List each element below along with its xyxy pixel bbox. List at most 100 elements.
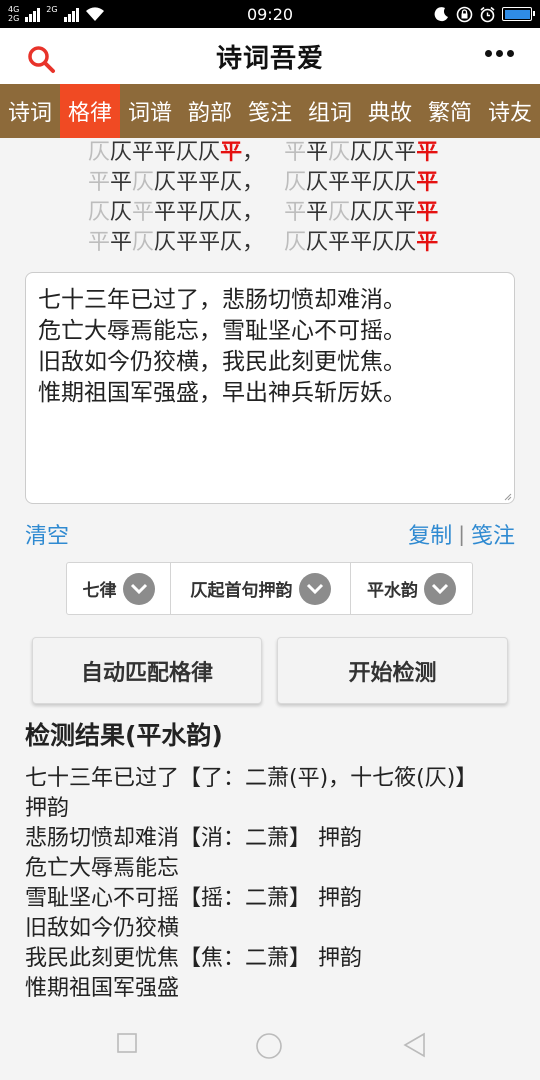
- recent-square-icon[interactable]: [116, 1032, 138, 1054]
- wifi-icon: [85, 7, 104, 21]
- app-header: 诗词吾爱: [0, 28, 540, 84]
- signal-icon: [25, 6, 41, 22]
- status-right: [434, 6, 535, 23]
- tone-char: 平: [154, 140, 177, 165]
- option-selects: 七律 仄起首句押韵 平水韵: [66, 562, 473, 615]
- pattern-comma: ，: [242, 170, 265, 195]
- alarm-icon: [480, 6, 495, 22]
- clear-link[interactable]: 清空: [25, 518, 69, 550]
- tone-char: 平: [306, 200, 329, 225]
- result-list: 七十三年已过了【了：二萧(平)，十七筱(仄)】 押韵 悲肠切愤却难消【消：二萧】 押…: [25, 764, 515, 1004]
- tone-char: 平: [176, 200, 199, 225]
- tone-char: 仄: [154, 230, 177, 255]
- tone-char: 平: [132, 140, 155, 165]
- poem-line: 七十三年已过了，悲肠切愤却难消。: [38, 287, 406, 313]
- tone-char: 仄: [88, 200, 111, 225]
- tone-char: 仄: [88, 140, 111, 165]
- poem-line: 危亡大辱焉能忘，雪耻坚心不可摇。: [38, 318, 406, 344]
- system-nav-bar: [0, 1010, 540, 1080]
- rhyme-select-value: 平水韵: [367, 581, 418, 601]
- action-links: 清空 复制 | 笺注: [25, 518, 515, 550]
- pattern-line: 仄仄平平仄仄平，平平仄仄仄平平: [88, 138, 438, 168]
- copy-link[interactable]: 复制: [408, 518, 452, 550]
- pattern-half-second: 仄仄平平仄仄平: [284, 228, 438, 258]
- pattern-comma: ，: [242, 230, 265, 255]
- tab-1[interactable]: 格律: [60, 84, 120, 138]
- tone-char: 平: [416, 230, 439, 255]
- tone-char: 仄: [306, 170, 329, 195]
- pattern-half-second: 平平仄仄仄平平: [284, 198, 438, 228]
- tone-char: 仄: [394, 170, 417, 195]
- pattern-half-second: 平平仄仄仄平平: [284, 138, 438, 168]
- tone-char: 平: [110, 170, 133, 195]
- annotate-link[interactable]: 笺注: [471, 518, 515, 550]
- tab-7[interactable]: 繁简: [420, 84, 480, 138]
- tone-char: 仄: [372, 230, 395, 255]
- result-line: 我民此刻更忧焦【焦：二萧】 押韵: [25, 946, 362, 971]
- tab-0[interactable]: 诗词: [0, 84, 60, 138]
- tone-char: 平: [306, 140, 329, 165]
- result-line: 押韵: [25, 796, 70, 821]
- resize-grip-icon[interactable]: [502, 491, 512, 501]
- rhyme-select[interactable]: 平水韵: [351, 563, 472, 614]
- pattern-half-second: 仄仄平平仄仄平: [284, 168, 438, 198]
- tone-char: 仄: [306, 230, 329, 255]
- tone-char: 平: [132, 200, 155, 225]
- tone-char: 平: [416, 200, 439, 225]
- result-line: 七十三年已过了【了：二萧(平)，十七筱(仄)】: [25, 766, 478, 791]
- start-check-button[interactable]: 开始检测: [277, 637, 508, 704]
- app-title: 诗词吾爱: [215, 43, 324, 74]
- tab-6[interactable]: 典故: [360, 84, 420, 138]
- tab-8[interactable]: 诗友: [480, 84, 540, 138]
- moon-icon: [434, 7, 448, 22]
- tone-char: 平: [416, 170, 439, 195]
- tone-char: 仄: [220, 230, 243, 255]
- pattern-half-first: 平平仄仄平平仄: [88, 168, 242, 198]
- form-select[interactable]: 七律: [67, 563, 171, 614]
- start-select[interactable]: 仄起首句押韵: [171, 563, 351, 614]
- tab-4[interactable]: 笺注: [240, 84, 300, 138]
- pattern-comma: ，: [242, 140, 265, 165]
- pattern-line: 平平仄仄平平仄，仄仄平平仄仄平: [88, 168, 438, 198]
- tone-char: 仄: [198, 200, 221, 225]
- tone-char: 仄: [220, 200, 243, 225]
- poem-input[interactable]: 七十三年已过了，悲肠切愤却难消。 危亡大辱焉能忘，雪耻坚心不可摇。 旧敌如今仍狡横，…: [25, 272, 515, 504]
- poem-line: 旧敌如今仍狡横，我民此刻更忧焦。: [38, 349, 406, 375]
- result-line: 雪耻坚心不可摇【摇：二萧】 押韵: [25, 886, 362, 911]
- tone-char: 平: [110, 230, 133, 255]
- tone-char: 仄: [176, 140, 199, 165]
- search-icon[interactable]: [26, 44, 56, 74]
- signal-icon-2: [63, 6, 79, 22]
- home-circle-icon[interactable]: [255, 1032, 283, 1060]
- result-line: 惟期祖国军强盛: [25, 976, 180, 1001]
- start-select-value: 仄起首句押韵: [190, 581, 293, 601]
- tone-char: 平: [394, 140, 417, 165]
- tone-char: 仄: [394, 230, 417, 255]
- back-triangle-icon[interactable]: [402, 1032, 428, 1058]
- network-type-1: 4G 2G: [8, 5, 19, 23]
- tone-char: 平: [284, 140, 307, 165]
- tone-char: 仄: [372, 140, 395, 165]
- lock-rotation-icon: [456, 6, 473, 22]
- tab-5[interactable]: 组词: [300, 84, 360, 138]
- right-links: 复制 | 笺注: [408, 518, 515, 550]
- tone-char: 仄: [154, 170, 177, 195]
- result-title: 检测结果(平水韵): [25, 721, 223, 750]
- tone-char: 平: [416, 140, 439, 165]
- tone-char: 平: [220, 140, 243, 165]
- more-dots-icon[interactable]: [485, 50, 514, 57]
- tab-2[interactable]: 词谱: [120, 84, 180, 138]
- tone-char: 仄: [198, 140, 221, 165]
- auto-match-button[interactable]: 自动匹配格律: [32, 637, 262, 704]
- main-tab-bar: 诗词 格律 词谱 韵部 笺注 组词 典故 繁简 诗友: [0, 84, 540, 138]
- tone-char: 平: [328, 230, 351, 255]
- tone-char: 平: [88, 170, 111, 195]
- status-bar: 4G 2G 2G 09:20: [0, 0, 540, 28]
- poem-line: 惟期祖国军强盛，早出神兵斩厉妖。: [38, 380, 406, 406]
- pattern-half-first: 仄仄平平仄仄平: [88, 138, 242, 168]
- tone-char: 仄: [350, 140, 373, 165]
- tab-3[interactable]: 韵部: [180, 84, 240, 138]
- tone-char: 平: [350, 170, 373, 195]
- tone-char: 仄: [372, 170, 395, 195]
- pattern-half-first: 平平仄仄平平仄: [88, 228, 242, 258]
